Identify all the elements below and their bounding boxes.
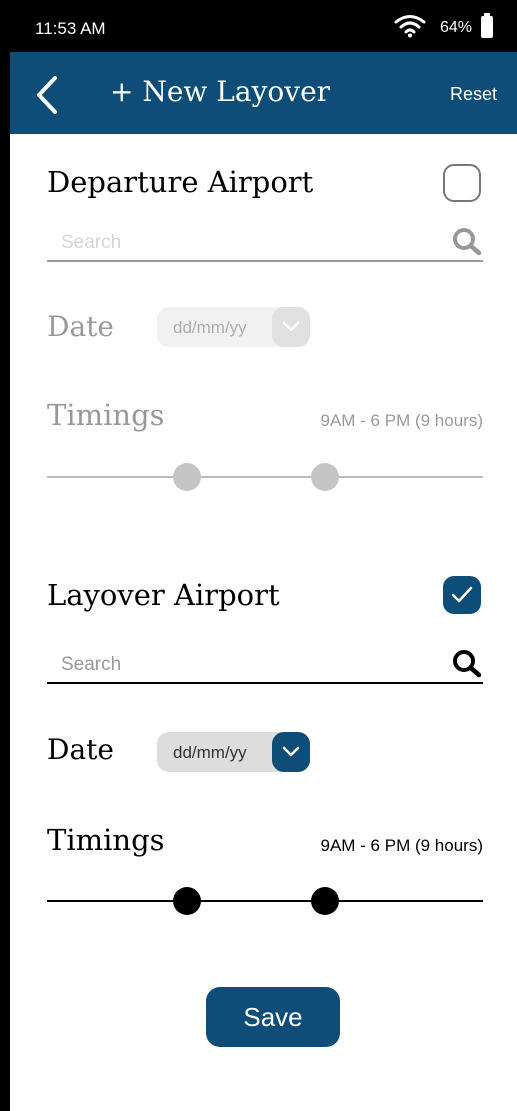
check-icon: [451, 586, 473, 603]
departure-search-input[interactable]: [59, 228, 443, 258]
slider-track: [47, 476, 483, 478]
layover-timings-range: 9AM - 6 PM (9 hours): [320, 836, 484, 855]
departure-airport-title: Departure Airport: [47, 165, 314, 199]
layover-timings-label: Timings: [47, 823, 165, 857]
battery-percentage: 64%: [440, 19, 473, 36]
page-title: + New Layover: [110, 75, 331, 108]
departure-date-label: Date: [47, 310, 114, 343]
slider-end-handle[interactable]: [311, 887, 339, 915]
departure-date-value: dd/mm/yy: [173, 318, 247, 337]
departure-search: [47, 224, 483, 262]
save-button[interactable]: Save: [206, 987, 340, 1047]
layover-timings-slider[interactable]: [47, 886, 483, 916]
search-icon[interactable]: [451, 226, 483, 261]
layover-airport-title: Layover Airport: [47, 578, 280, 612]
chevron-down-icon: [272, 732, 310, 772]
status-bar: 11:53 AM 64%: [10, 0, 517, 52]
chevron-down-icon: [272, 307, 310, 347]
slider-start-handle[interactable]: [173, 887, 201, 915]
layover-search-input[interactable]: [59, 650, 443, 680]
departure-timings-label: Timings: [47, 398, 165, 432]
departure-date-picker[interactable]: dd/mm/yy: [157, 307, 310, 347]
search-icon[interactable]: [451, 648, 483, 683]
wifi-icon: [394, 14, 426, 43]
departure-search-underline: [47, 260, 483, 262]
phone-screen: 11:53 AM 64% + New Layover Reset Departu…: [10, 0, 517, 1111]
slider-start-handle[interactable]: [173, 463, 201, 491]
layover-checkbox[interactable]: [443, 576, 481, 614]
layover-search-underline: [47, 682, 483, 684]
departure-timings-slider[interactable]: [47, 462, 483, 492]
reset-button[interactable]: Reset: [450, 84, 497, 105]
layover-date-label: Date: [47, 733, 114, 766]
status-time: 11:53 AM: [35, 19, 106, 38]
layover-search: [47, 646, 483, 684]
slider-end-handle[interactable]: [311, 463, 339, 491]
app-header: + New Layover Reset: [10, 52, 517, 134]
layover-date-picker[interactable]: dd/mm/yy: [157, 732, 310, 772]
layover-date-value: dd/mm/yy: [173, 743, 247, 762]
departure-timings-range: 9AM - 6 PM (9 hours): [320, 411, 484, 430]
departure-checkbox[interactable]: [443, 164, 481, 202]
chevron-left-icon[interactable]: [34, 75, 60, 120]
battery-icon: [481, 13, 493, 38]
slider-track: [47, 900, 483, 902]
